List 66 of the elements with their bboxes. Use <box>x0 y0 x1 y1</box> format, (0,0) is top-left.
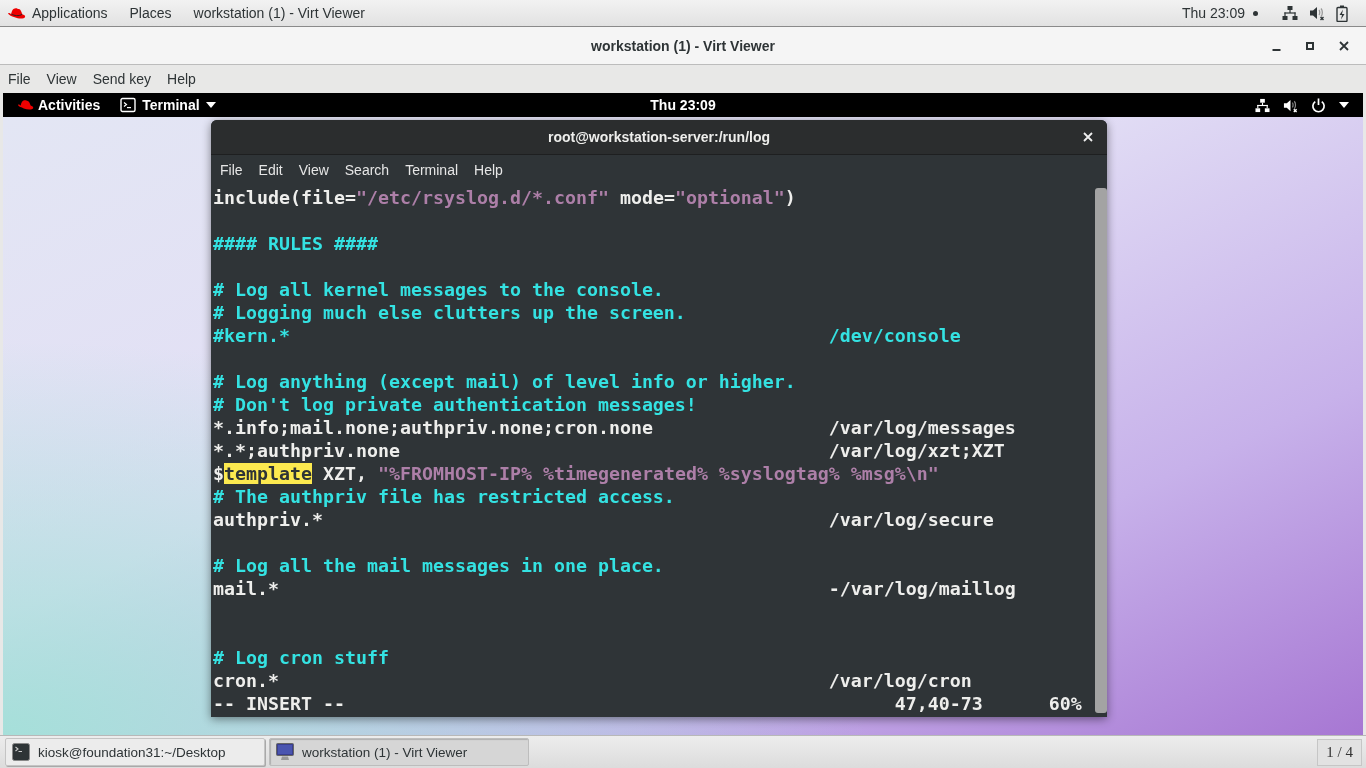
taskbar-button[interactable]: kiosk@foundation31:~/Desktop <box>5 738 265 766</box>
notification-dot-icon <box>1253 10 1258 16</box>
menu-item[interactable]: Edit <box>258 162 283 178</box>
network-icon[interactable] <box>1255 97 1270 113</box>
terminal-title: root@workstation-server:/run/log <box>547 129 771 145</box>
menu-item[interactable]: File <box>220 162 243 178</box>
code-line: # Don't log private authentication messages! <box>213 393 697 416</box>
monitor-icon <box>276 743 294 761</box>
menu-item[interactable]: Help <box>474 162 503 178</box>
rule-target: /dev/console <box>828 324 961 347</box>
hat-icon <box>17 99 34 111</box>
code-line: # Logging much else clutters up the screen. <box>213 301 686 324</box>
close-icon <box>1339 40 1349 51</box>
menu-item[interactable]: Help <box>167 71 196 87</box>
menu-item[interactable]: Search <box>344 162 390 178</box>
network-icon[interactable] <box>1282 5 1298 21</box>
menu-item[interactable]: Send key <box>92 71 152 87</box>
code-line: #kern.* <box>213 324 290 347</box>
code-line: # Log all kernel messages to the console. <box>213 278 664 301</box>
caret-icon <box>205 102 216 108</box>
code-line: mail.* <box>213 577 279 600</box>
code-line: cron.* <box>213 669 279 692</box>
workspace-indicator[interactable]: 1 / 4 <box>1317 738 1362 766</box>
rule-target: /var/log/messages <box>828 416 1016 439</box>
menu-item[interactable]: Terminal <box>405 162 459 178</box>
menu-item[interactable]: View <box>298 162 329 178</box>
code-line: include(file="/etc/rsyslog.d/*.conf" mode="optional") <box>213 186 796 209</box>
window-list-item[interactable]: workstation (1) - Virt Viewer <box>193 5 365 21</box>
battery-icon[interactable] <box>1336 4 1348 22</box>
cursor-position: 47,40-73 <box>894 692 983 715</box>
clock[interactable]: Thu 23:09 <box>1181 5 1245 21</box>
menu-item[interactable]: File <box>8 71 31 87</box>
code-line: # Log anything (except mail) of level info or higher. <box>213 370 796 393</box>
code-line: authpriv.* <box>213 508 323 531</box>
power-icon[interactable] <box>1311 97 1326 113</box>
code-line: *.*;authpriv.none <box>213 439 400 462</box>
rule-target: /var/log/cron <box>828 669 972 692</box>
terminal-icon <box>120 97 137 113</box>
code-line: $template XZT, "%FROMHOST-IP% %timegenerated% %syslogtag% %msg%\n" <box>213 462 939 485</box>
code-line: # Log all the mail messages in one place. <box>213 554 664 577</box>
menu-item[interactable]: View <box>46 71 77 87</box>
clock[interactable]: Thu 23:09 <box>650 97 716 113</box>
activities-button[interactable]: Activities <box>17 97 101 113</box>
terminal-icon <box>12 743 30 761</box>
rule-target: /var/log/xzt;XZT <box>828 439 1005 462</box>
rule-target: /var/log/secure <box>828 508 994 531</box>
volume-muted-icon[interactable] <box>1309 5 1325 21</box>
app-menu[interactable]: Terminal <box>120 97 216 113</box>
code-line: #### RULES #### <box>213 232 378 255</box>
hat-icon <box>7 6 26 20</box>
window-title: workstation (1) - Virt Viewer <box>591 37 775 54</box>
rule-target: -/var/log/maillog <box>828 577 1016 600</box>
caret-icon[interactable] <box>1339 102 1349 108</box>
minimize-icon <box>1271 48 1281 51</box>
code-line: # Log cron stuff <box>213 646 389 669</box>
vim-mode-indicator: -- INSERT -- <box>213 692 345 715</box>
maximize-icon <box>1306 41 1314 50</box>
scroll-percentage: 60% <box>1048 692 1082 715</box>
code-line: *.info;mail.none;authpriv.none;cron.none <box>213 416 653 439</box>
top-bar-menu[interactable]: Applications <box>32 5 108 21</box>
volume-muted-icon[interactable] <box>1283 97 1298 113</box>
taskbar-button[interactable]: workstation (1) - Virt Viewer <box>269 738 529 766</box>
close-icon <box>1083 132 1093 142</box>
code-line: # The authpriv file has restricted access. <box>213 485 675 508</box>
scrollbar-thumb[interactable] <box>1095 188 1107 713</box>
top-bar-menu[interactable]: Places <box>129 5 172 21</box>
